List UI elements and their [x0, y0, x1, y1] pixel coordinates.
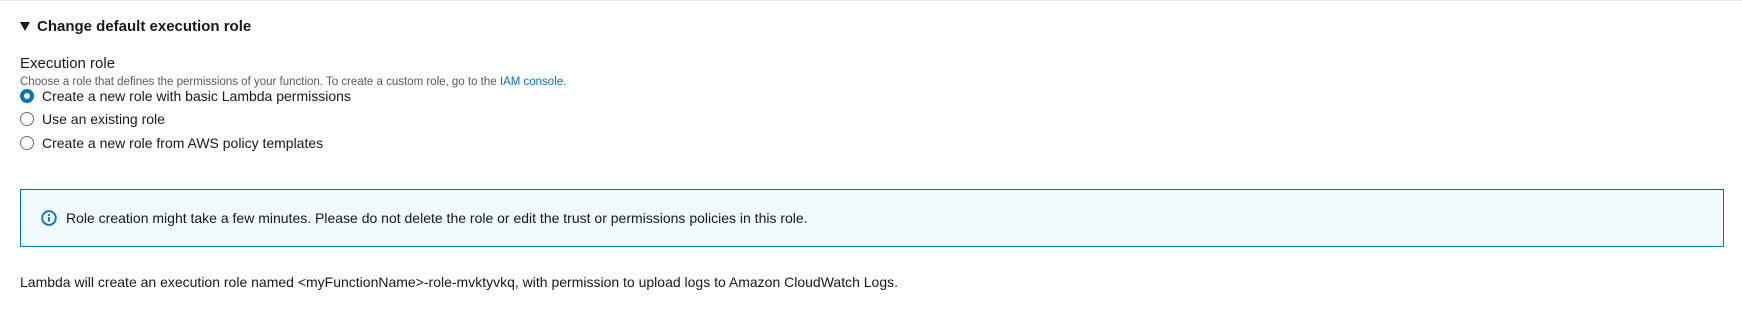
radio-label: Create a new role with basic Lambda perm… — [42, 88, 351, 104]
radio-option-new-basic-role[interactable]: Create a new role with basic Lambda perm… — [20, 88, 351, 104]
iam-console-link[interactable]: IAM console — [500, 76, 563, 88]
radio-button-selected[interactable] — [20, 89, 34, 103]
info-icon — [41, 210, 57, 226]
caret-down-icon — [20, 22, 30, 31]
description-suffix: . — [563, 76, 567, 88]
execution-role-label: Execution role — [20, 55, 116, 72]
radio-option-existing-role[interactable]: Use an existing role — [20, 111, 165, 127]
radio-label: Create a new role from AWS policy templa… — [42, 135, 324, 151]
info-alert: Role creation might take a few minutes. … — [20, 189, 1724, 247]
change-execution-role-toggle[interactable]: Change default execution role — [20, 18, 251, 35]
execution-role-summary: Lambda will create an execution role nam… — [20, 274, 899, 290]
radio-button[interactable] — [20, 112, 34, 126]
radio-option-policy-templates[interactable]: Create a new role from AWS policy templa… — [20, 135, 323, 151]
description-text: Choose a role that defines the permissio… — [20, 76, 500, 88]
execution-role-description: Choose a role that defines the permissio… — [20, 76, 566, 88]
radio-button[interactable] — [20, 136, 34, 150]
radio-label: Use an existing role — [42, 111, 165, 127]
top-divider — [0, 0, 1742, 1]
section-title: Change default execution role — [37, 18, 252, 35]
alert-message: Role creation might take a few minutes. … — [66, 210, 808, 226]
